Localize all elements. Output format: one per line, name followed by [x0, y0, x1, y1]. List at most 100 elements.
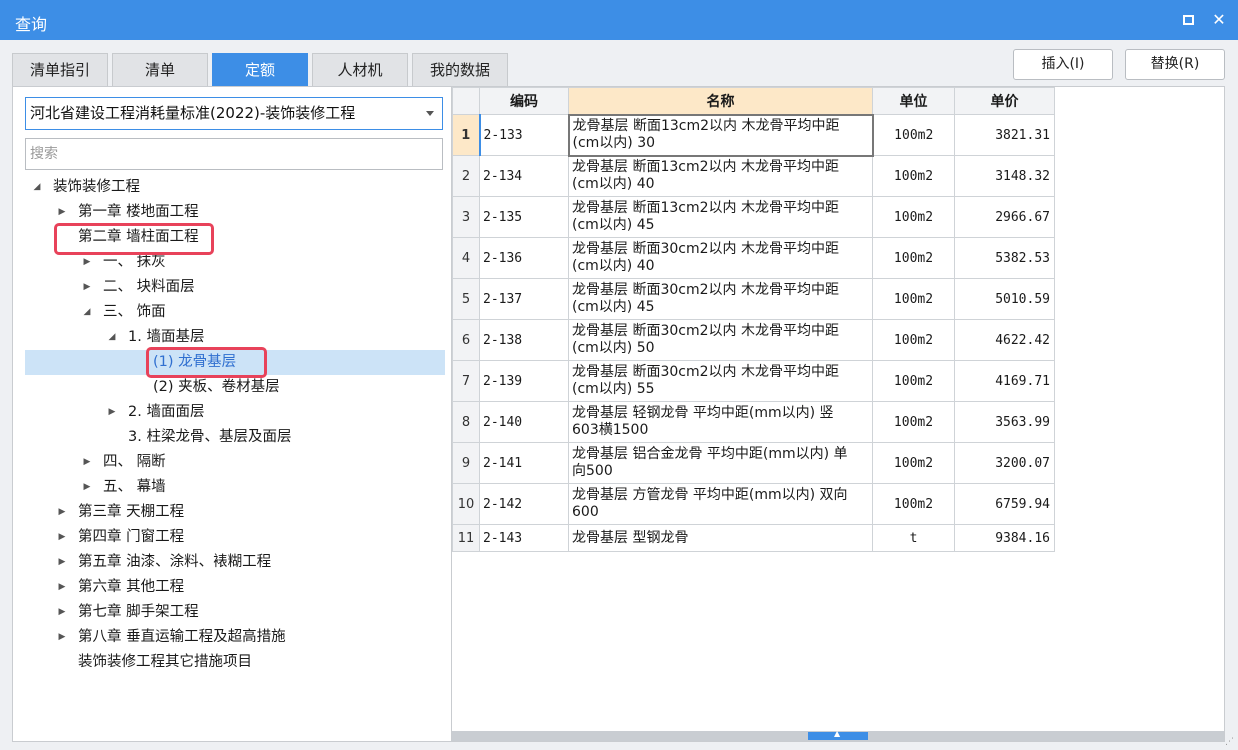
tree-node[interactable]: ▶ 五、 幕墙: [25, 475, 445, 500]
unit-cell[interactable]: 100m2: [872, 278, 955, 320]
table-row[interactable]: 10 2-142 龙骨基层 方管龙骨 平均中距(mm以内) 双向 600 100m2 67…: [452, 483, 1055, 525]
expand-arrow-icon[interactable]: ▶: [56, 575, 68, 600]
row-number[interactable]: 10: [452, 483, 480, 525]
table-row[interactable]: 2 2-134 龙骨基层 断面13cm2以内 木龙骨平均中距 (cm以内) 40 100…: [452, 155, 1055, 197]
code-cell[interactable]: 2-143: [479, 524, 569, 552]
collapse-arrow-icon[interactable]: ◢: [31, 175, 43, 200]
table-row[interactable]: 6 2-138 龙骨基层 断面30cm2以内 木龙骨平均中距 (cm以内) 50 100…: [452, 319, 1055, 361]
expand-arrow-icon[interactable]: ▶: [56, 550, 68, 575]
code-cell[interactable]: 2-138: [479, 319, 569, 361]
table-row[interactable]: 7 2-139 龙骨基层 断面30cm2以内 木龙骨平均中距 (cm以内) 55 100…: [452, 360, 1055, 402]
tree-node[interactable]: ▶ 第五章 油漆、涂料、裱糊工程: [25, 550, 445, 575]
expand-arrow-icon[interactable]: ▶: [81, 450, 93, 475]
standard-select[interactable]: 河北省建设工程消耗量标准(2022)-装饰装修工程: [25, 97, 443, 130]
column-header-code[interactable]: 编码: [479, 87, 569, 115]
unit-cell[interactable]: 100m2: [872, 401, 955, 443]
expand-arrow-icon[interactable]: ▶: [56, 200, 68, 225]
code-cell[interactable]: 2-135: [479, 196, 569, 238]
search-input[interactable]: 搜索: [25, 138, 443, 170]
tree-node[interactable]: (2) 夹板、卷材基层: [25, 375, 445, 400]
name-cell[interactable]: 龙骨基层 断面13cm2以内 木龙骨平均中距 (cm以内) 30: [567, 113, 874, 157]
table-row[interactable]: 3 2-135 龙骨基层 断面13cm2以内 木龙骨平均中距 (cm以内) 45 100…: [452, 196, 1055, 238]
tree-node[interactable]: ◢ 装饰装修工程: [25, 175, 445, 200]
expand-arrow-icon[interactable]: ▶: [81, 275, 93, 300]
price-cell[interactable]: 5010.59: [954, 278, 1055, 320]
tree-node[interactable]: 装饰装修工程其它措施项目: [25, 650, 445, 675]
row-number[interactable]: 6: [452, 319, 480, 361]
tree-node[interactable]: ▶ 二、 块料面层: [25, 275, 445, 300]
collapse-arrow-icon[interactable]: ◢: [81, 300, 93, 325]
unit-cell[interactable]: 100m2: [872, 360, 955, 402]
name-cell[interactable]: 龙骨基层 断面13cm2以内 木龙骨平均中距 (cm以内) 45: [568, 196, 873, 238]
name-cell[interactable]: 龙骨基层 断面30cm2以内 木龙骨平均中距 (cm以内) 50: [568, 319, 873, 361]
name-cell[interactable]: 龙骨基层 断面30cm2以内 木龙骨平均中距 (cm以内) 45: [568, 278, 873, 320]
row-number[interactable]: 8: [452, 401, 480, 443]
name-cell[interactable]: 龙骨基层 型钢龙骨: [568, 524, 873, 552]
table-row[interactable]: 11 2-143 龙骨基层 型钢龙骨 t 9384.16: [452, 524, 1055, 552]
chevron-down-icon[interactable]: [426, 111, 434, 116]
name-cell[interactable]: 龙骨基层 轻钢龙骨 平均中距(mm以内) 竖 603横1500: [568, 401, 873, 443]
table-row[interactable]: 4 2-136 龙骨基层 断面30cm2以内 木龙骨平均中距 (cm以内) 40 100…: [452, 237, 1055, 279]
unit-cell[interactable]: t: [872, 524, 955, 552]
row-number[interactable]: 9: [452, 442, 480, 484]
price-cell[interactable]: 3563.99: [954, 401, 1055, 443]
price-cell[interactable]: 3821.31: [954, 114, 1055, 156]
price-cell[interactable]: 4169.71: [954, 360, 1055, 402]
expand-arrow-icon[interactable]: ▶: [106, 400, 118, 425]
row-number[interactable]: 5: [452, 278, 480, 320]
price-cell[interactable]: 6759.94: [954, 483, 1055, 525]
expand-arrow-icon[interactable]: ▶: [81, 475, 93, 500]
tree-node[interactable]: 3. 柱梁龙骨、基层及面层: [25, 425, 445, 450]
expand-arrow-icon[interactable]: ▶: [56, 625, 68, 650]
insert-button[interactable]: 插入(I): [1013, 49, 1113, 80]
name-cell[interactable]: 龙骨基层 断面30cm2以内 木龙骨平均中距 (cm以内) 55: [568, 360, 873, 402]
name-cell[interactable]: 龙骨基层 断面13cm2以内 木龙骨平均中距 (cm以内) 40: [568, 155, 873, 197]
tab-labor-material[interactable]: 人材机: [312, 53, 408, 86]
tree-node[interactable]: ▶ 第三章 天棚工程: [25, 500, 445, 525]
tree-node[interactable]: ▶ 2. 墙面面层: [25, 400, 445, 425]
unit-cell[interactable]: 100m2: [872, 114, 955, 156]
price-cell[interactable]: 3200.07: [954, 442, 1055, 484]
maximize-icon[interactable]: [1178, 9, 1200, 31]
code-cell[interactable]: 2-140: [479, 401, 569, 443]
tab-bill[interactable]: 清单: [112, 53, 208, 86]
price-cell[interactable]: 5382.53: [954, 237, 1055, 279]
tree-node[interactable]: ▶ 第四章 门窗工程: [25, 525, 445, 550]
row-number[interactable]: 4: [452, 237, 480, 279]
replace-button[interactable]: 替换(R): [1125, 49, 1225, 80]
code-cell[interactable]: 2-139: [479, 360, 569, 402]
table-row[interactable]: 8 2-140 龙骨基层 轻钢龙骨 平均中距(mm以内) 竖 603横1500 100m…: [452, 401, 1055, 443]
tab-bill-guide[interactable]: 清单指引: [12, 53, 108, 86]
name-cell[interactable]: 龙骨基层 方管龙骨 平均中距(mm以内) 双向 600: [568, 483, 873, 525]
unit-cell[interactable]: 100m2: [872, 483, 955, 525]
row-number[interactable]: 1: [452, 114, 480, 156]
code-cell[interactable]: 2-142: [479, 483, 569, 525]
price-cell[interactable]: 9384.16: [954, 524, 1055, 552]
code-cell[interactable]: 2-141: [479, 442, 569, 484]
unit-cell[interactable]: 100m2: [872, 442, 955, 484]
code-cell[interactable]: 2-134: [479, 155, 569, 197]
code-cell[interactable]: 2-137: [479, 278, 569, 320]
horizontal-scrollbar[interactable]: ▲: [452, 729, 1224, 741]
resize-grip-icon[interactable]: ⋰: [1225, 737, 1235, 747]
tab-my-data[interactable]: 我的数据: [412, 53, 508, 86]
name-cell[interactable]: 龙骨基层 铝合金龙骨 平均中距(mm以内) 单向500: [568, 442, 873, 484]
table-row[interactable]: 1 2-133 龙骨基层 断面13cm2以内 木龙骨平均中距 (cm以内) 30 100…: [452, 113, 1055, 157]
table-row[interactable]: 9 2-141 龙骨基层 铝合金龙骨 平均中距(mm以内) 单向500 100m2 32…: [452, 442, 1055, 484]
price-cell[interactable]: 3148.32: [954, 155, 1055, 197]
name-cell[interactable]: 龙骨基层 断面30cm2以内 木龙骨平均中距 (cm以内) 40: [568, 237, 873, 279]
table-row[interactable]: 5 2-137 龙骨基层 断面30cm2以内 木龙骨平均中距 (cm以内) 45 100…: [452, 278, 1055, 320]
unit-cell[interactable]: 100m2: [872, 155, 955, 197]
scroll-handle[interactable]: ▲: [808, 729, 868, 740]
tree-node[interactable]: ▶ 第一章 楼地面工程: [25, 200, 445, 225]
unit-cell[interactable]: 100m2: [872, 196, 955, 238]
row-number[interactable]: 3: [452, 196, 480, 238]
column-header-name[interactable]: 名称: [568, 87, 873, 115]
close-icon[interactable]: ✕: [1208, 9, 1230, 31]
column-header-price[interactable]: 单价: [954, 87, 1055, 115]
tab-quota[interactable]: 定额: [212, 53, 308, 86]
code-cell[interactable]: 2-136: [479, 237, 569, 279]
tree-node[interactable]: ▶ 四、 隔断: [25, 450, 445, 475]
tree-node[interactable]: ◢ 三、 饰面: [25, 300, 445, 325]
expand-arrow-icon[interactable]: ▶: [56, 500, 68, 525]
